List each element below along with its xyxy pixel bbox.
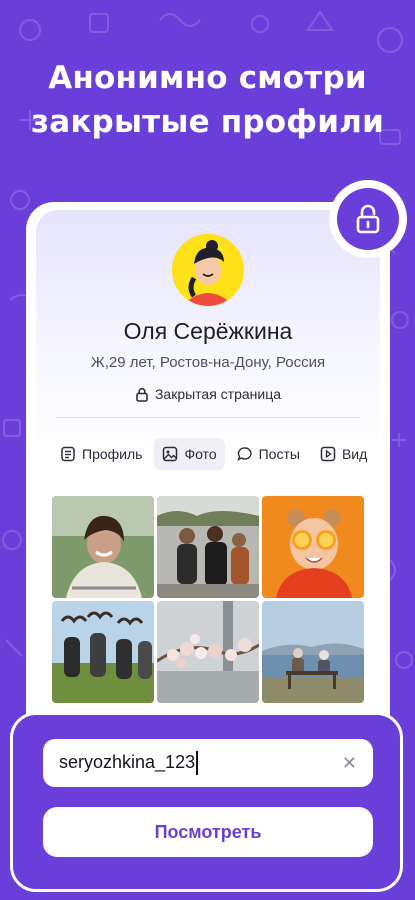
- avatar-illustration: [172, 234, 244, 306]
- tab-profile-label: Профиль: [82, 446, 143, 462]
- username-input[interactable]: seryozhkina_123 ✕: [43, 739, 373, 787]
- headline-line-1: Анонимно смотри: [48, 60, 367, 96]
- lock-badge: [329, 180, 407, 258]
- tab-video[interactable]: Вид: [312, 438, 375, 470]
- photo-girl-oranges[interactable]: [262, 496, 364, 598]
- divider: [56, 417, 360, 418]
- close-icon[interactable]: ✕: [342, 753, 357, 774]
- tab-posts[interactable]: Посты: [229, 438, 308, 470]
- closed-status: Закрытая страница: [26, 386, 390, 402]
- tab-photos-label: Фото: [184, 446, 217, 462]
- photo-blossom[interactable]: [157, 601, 259, 703]
- closed-status-label: Закрытая страница: [154, 386, 282, 402]
- tab-photos[interactable]: Фото: [154, 438, 225, 470]
- text-caret: [196, 751, 199, 775]
- avatar: [172, 234, 244, 306]
- tab-posts-label: Посты: [258, 446, 300, 462]
- photo-friends-street[interactable]: [157, 496, 259, 598]
- document-icon: [61, 446, 75, 462]
- tab-video-label: Вид: [341, 446, 368, 462]
- headline-line-2: закрытые профили: [30, 104, 385, 140]
- profile-name: Оля Серёжкина: [123, 318, 293, 344]
- photo-bench-lake[interactable]: [262, 601, 364, 703]
- image-icon: [163, 446, 178, 462]
- profile-card: Оля Серёжкина Ж,29 лет, Ростов-на-Дону, …: [26, 202, 390, 762]
- profile-meta: Ж,29 лет, Ростов-на-Дону, Россия: [90, 354, 326, 371]
- photo-heart-hands[interactable]: [52, 601, 154, 703]
- tab-profile[interactable]: Профиль: [52, 438, 150, 470]
- video-icon: [320, 446, 336, 462]
- search-panel: seryozhkina_123 ✕ Посмотреть: [10, 712, 403, 892]
- chat-bubble-icon: [236, 447, 252, 461]
- lock-icon: [136, 387, 148, 402]
- view-button[interactable]: Посмотреть: [43, 807, 373, 857]
- headline: Анонимно смотри закрытые профили: [0, 56, 415, 144]
- profile-tabs: Профиль Фото Посты Вид: [52, 438, 390, 470]
- photo-smiling-woman[interactable]: [52, 496, 154, 598]
- photo-grid: [52, 496, 364, 703]
- unlock-icon: [356, 204, 380, 234]
- username-input-value[interactable]: seryozhkina_123: [59, 751, 342, 775]
